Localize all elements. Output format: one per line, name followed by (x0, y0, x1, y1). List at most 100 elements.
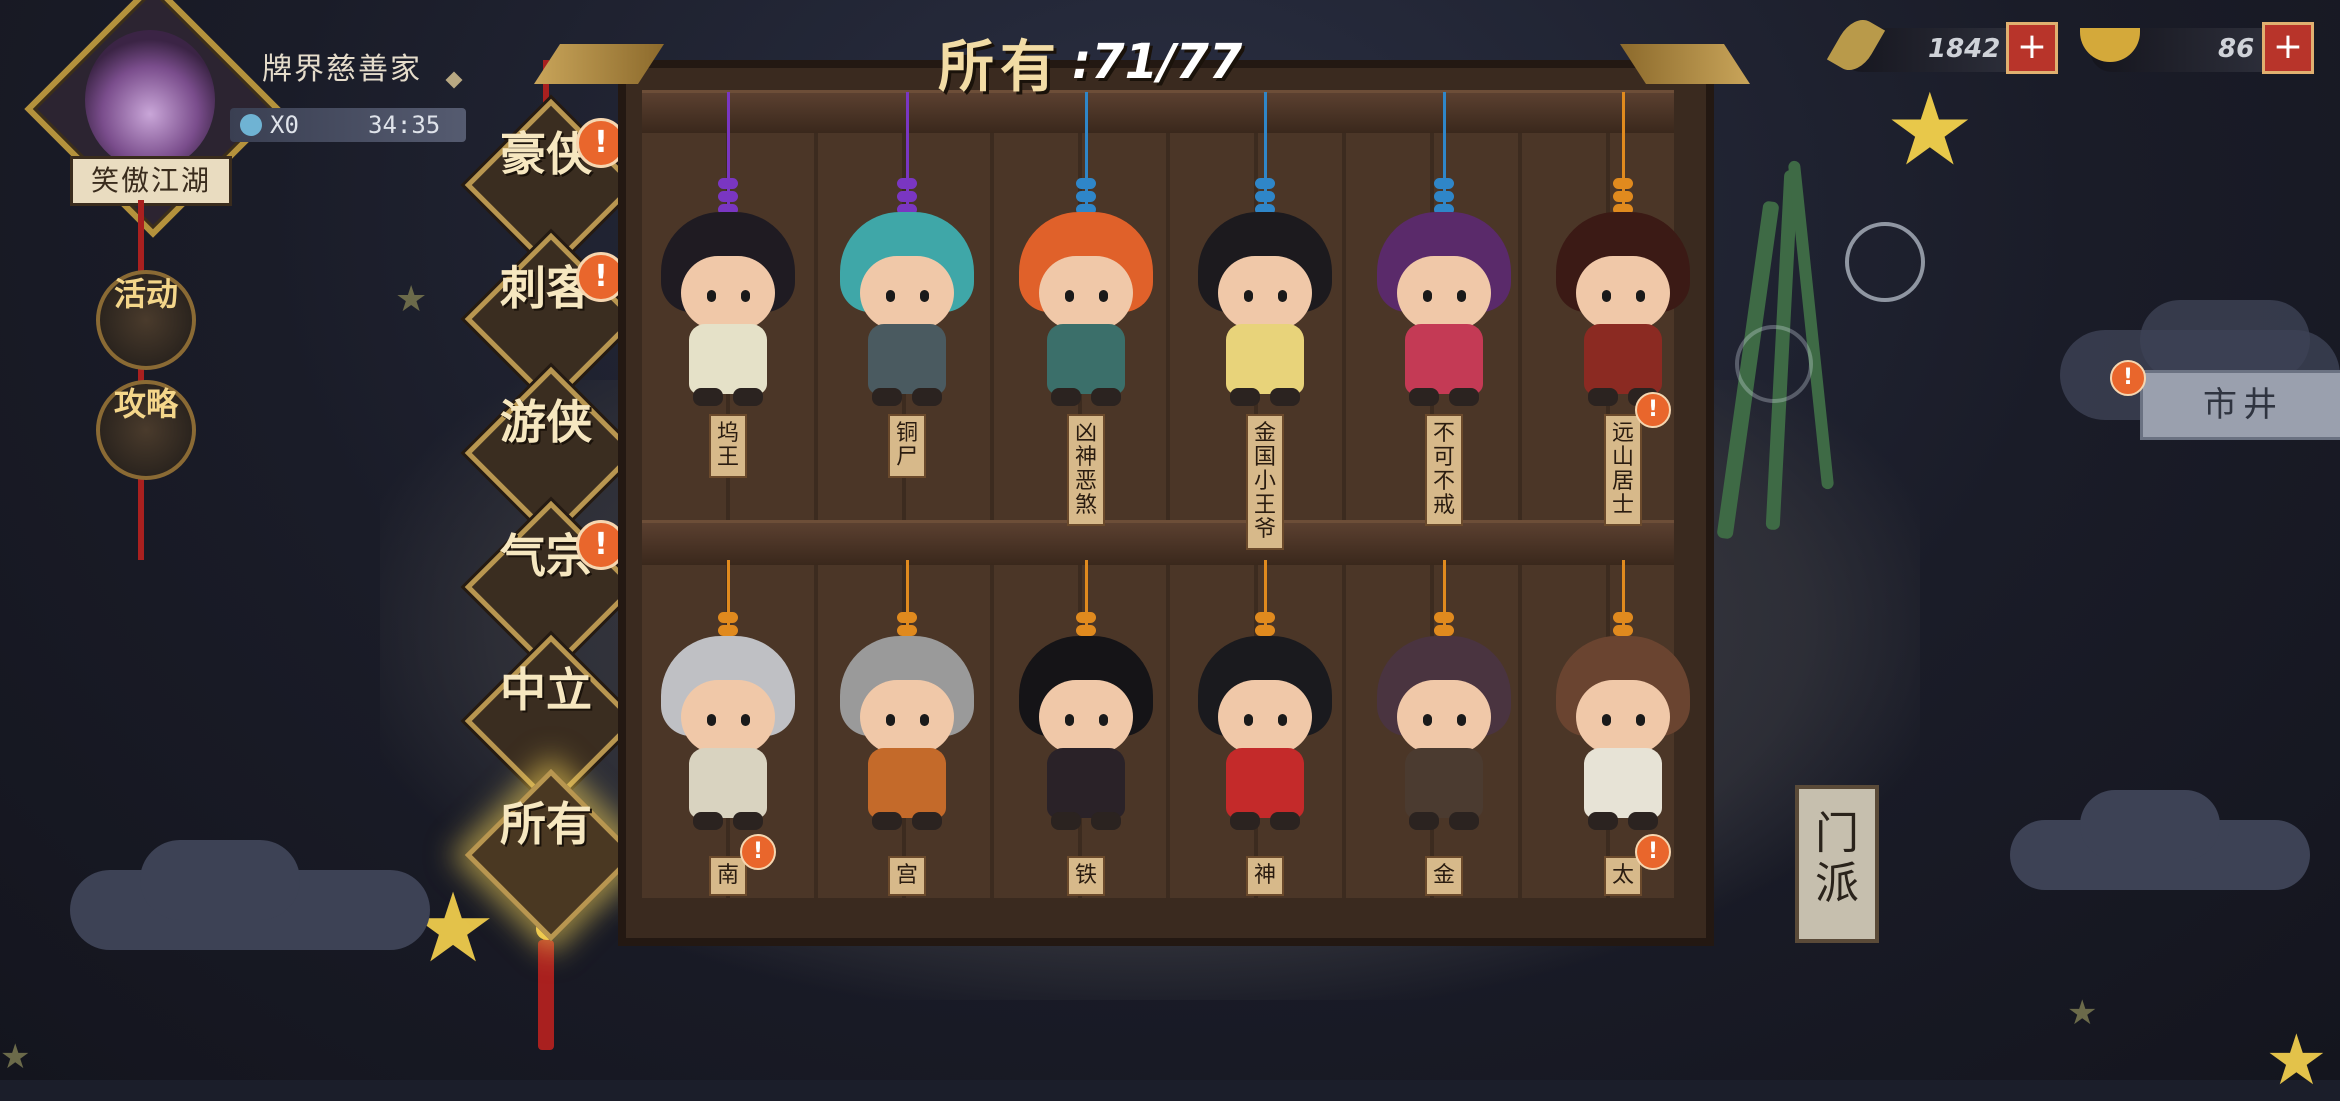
character-name-tag: 铁 (1067, 856, 1105, 896)
character-eye (920, 290, 929, 302)
character-foot (1628, 812, 1658, 830)
bead (718, 178, 738, 189)
character-face (1397, 680, 1491, 754)
guide-button-label: 攻略 (113, 385, 178, 423)
bead (897, 625, 917, 636)
character-eye (1244, 714, 1253, 726)
character-name-tag: 坞王 (709, 414, 747, 478)
character-figure[interactable] (1011, 636, 1161, 836)
character-eye (1278, 290, 1287, 302)
character-outfit (1047, 748, 1125, 818)
character-figure[interactable] (1011, 212, 1161, 412)
character-figure[interactable] (1548, 636, 1698, 836)
character-eye (1602, 714, 1611, 726)
collection-count-value: :71/77 (1072, 34, 1243, 90)
character-face (1039, 680, 1133, 754)
market-sign[interactable]: 市井 (2140, 370, 2340, 440)
character-foot (1051, 388, 1081, 406)
energy-count: X0 (270, 111, 299, 139)
character-foot (1409, 812, 1439, 830)
character-foot (1091, 812, 1121, 830)
character-figure[interactable] (1369, 636, 1519, 836)
character-name-tag: 远山居士 (1604, 414, 1642, 526)
bead (1076, 612, 1096, 623)
sect-label: 门派 (1815, 808, 1859, 909)
character-foot (912, 812, 942, 830)
bead (718, 191, 738, 202)
character-figure[interactable] (653, 636, 803, 836)
character-foot (1230, 812, 1260, 830)
character-foot (1051, 812, 1081, 830)
character-foot (1588, 388, 1618, 406)
bead (1076, 191, 1096, 202)
character-eye (1065, 290, 1074, 302)
character-foot (693, 812, 723, 830)
category-tab-label: 所有 (500, 797, 592, 851)
bead (897, 612, 917, 623)
character-figure[interactable] (1190, 636, 1340, 836)
bead (1255, 625, 1275, 636)
character-eye (741, 714, 750, 726)
character-figure[interactable] (832, 212, 982, 412)
market-alert-badge: ! (2110, 360, 2146, 396)
bead (1076, 178, 1096, 189)
character-figure[interactable] (1548, 212, 1698, 412)
bead (1255, 612, 1275, 623)
energy-timer: 34:35 (368, 111, 441, 139)
character-foot (1230, 388, 1260, 406)
character-eye (1636, 714, 1645, 726)
character-eye (741, 290, 750, 302)
sect-tablet[interactable]: 门派 (1795, 785, 1879, 943)
character-foot (693, 388, 723, 406)
character-figure[interactable] (653, 212, 803, 412)
add-ingot-button[interactable]: + (2262, 22, 2314, 74)
character-foot (1588, 812, 1618, 830)
character-foot (733, 388, 763, 406)
character-eye (886, 290, 895, 302)
character-figure[interactable] (1190, 212, 1340, 412)
character-eye (707, 290, 716, 302)
character-face (860, 256, 954, 330)
star-decoration: ★ (395, 279, 428, 320)
energy-drop-icon (240, 114, 262, 136)
character-eye (1244, 290, 1253, 302)
character-face (1576, 680, 1670, 754)
cloud (140, 840, 300, 920)
bead (1434, 191, 1454, 202)
bubble-decoration (1845, 222, 1925, 302)
character-outfit (1584, 748, 1662, 818)
character-foot (1449, 812, 1479, 830)
avatar[interactable] (85, 30, 215, 170)
character-name-tag: 铜尸 (888, 414, 926, 478)
character-eye (1423, 714, 1432, 726)
character-outfit (1226, 748, 1304, 818)
character-outfit (689, 324, 767, 394)
character-eye (707, 714, 716, 726)
character-eye (1602, 290, 1611, 302)
player-title-plaque[interactable]: 笑傲江湖 (70, 156, 232, 206)
guide-button[interactable]: 攻略 (96, 380, 196, 480)
character-figure[interactable] (832, 636, 982, 836)
ingot-currency-value: 86 (2218, 34, 2255, 64)
bead (1076, 625, 1096, 636)
character-alert-badge: ! (740, 834, 776, 870)
character-foot (1409, 388, 1439, 406)
add-leaf-button[interactable]: + (2006, 22, 2058, 74)
bead (718, 625, 738, 636)
bead (1434, 178, 1454, 189)
character-outfit (1584, 324, 1662, 394)
events-button[interactable]: 活动 (96, 270, 196, 370)
character-name-tag: 宫 (888, 856, 926, 896)
character-face (1397, 256, 1491, 330)
bead (897, 191, 917, 202)
character-name-tag: 太 (1604, 856, 1642, 896)
character-eye (920, 714, 929, 726)
character-figure[interactable] (1369, 212, 1519, 412)
bead (718, 612, 738, 623)
bead (1434, 612, 1454, 623)
character-eye (1423, 290, 1432, 302)
cloud (2080, 790, 2220, 860)
bead (897, 178, 917, 189)
tab-rope-tassel (538, 940, 554, 1050)
character-face (860, 680, 954, 754)
